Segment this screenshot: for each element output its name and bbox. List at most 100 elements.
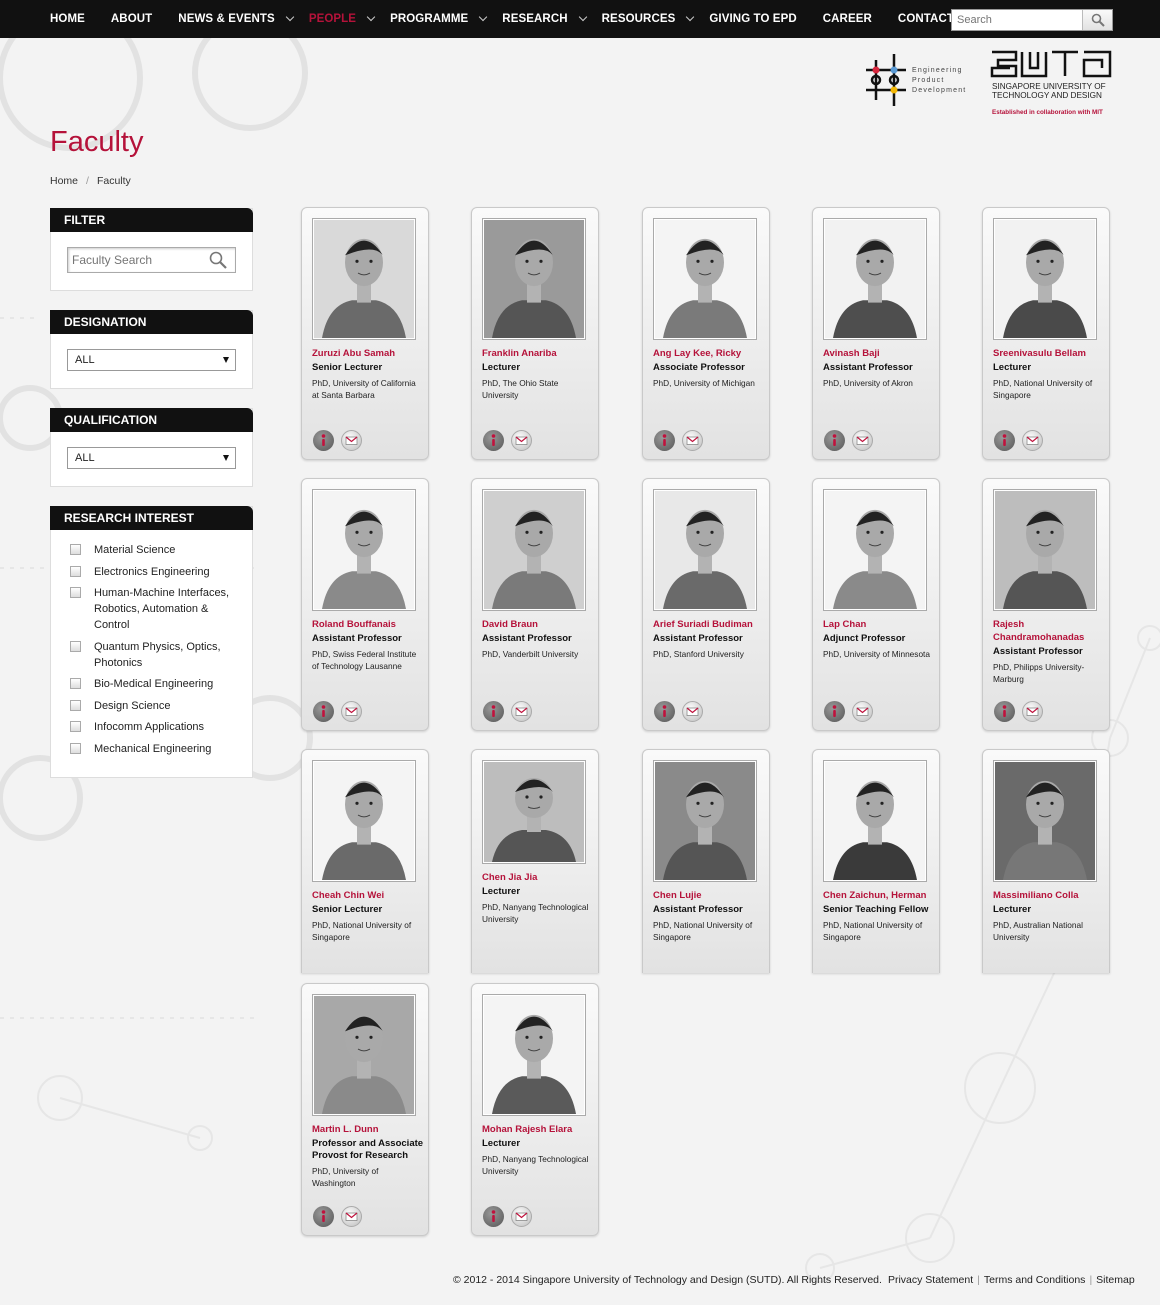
info-icon[interactable]	[654, 701, 675, 722]
faculty-photo[interactable]	[482, 994, 586, 1116]
faculty-photo[interactable]	[482, 760, 586, 864]
research-interest-checkbox[interactable]	[70, 721, 81, 732]
info-icon[interactable]	[994, 701, 1015, 722]
info-icon[interactable]	[483, 1206, 504, 1227]
faculty-name[interactable]: Roland Bouffanais	[312, 618, 424, 631]
faculty-name[interactable]: Sreenivasulu Bellam	[993, 347, 1105, 360]
faculty-name[interactable]: Cheah Chin Wei	[312, 889, 424, 902]
nav-item-research[interactable]: RESEARCH	[502, 0, 587, 38]
faculty-card[interactable]: Arief Suriadi Budiman Assistant Professor…	[642, 478, 770, 731]
breadcrumb-home-link[interactable]: Home	[50, 175, 78, 187]
faculty-photo[interactable]	[482, 489, 586, 611]
faculty-photo[interactable]	[993, 760, 1097, 882]
faculty-photo[interactable]	[993, 218, 1097, 340]
faculty-card[interactable]: Franklin Anariba Lecturer PhD, The Ohio St…	[471, 207, 599, 460]
research-interest-checkbox[interactable]	[70, 544, 81, 555]
faculty-card[interactable]: Sreenivasulu Bellam Lecturer PhD, National…	[982, 207, 1110, 460]
email-icon[interactable]	[1022, 430, 1043, 451]
nav-item-home[interactable]: HOME	[50, 0, 85, 38]
email-icon[interactable]	[341, 1206, 362, 1227]
research-interest-checkbox[interactable]	[70, 699, 81, 711]
info-icon[interactable]	[313, 430, 334, 451]
research-interest-checkbox[interactable]	[70, 587, 81, 598]
faculty-name[interactable]: Chen Jia Jia	[482, 871, 594, 884]
research-interest-checkbox[interactable]	[70, 678, 81, 689]
sutd-logo[interactable]: SINGAPORE UNIVERSITY OF TECHNOLOGY AND D…	[990, 50, 1114, 116]
faculty-card[interactable]: Lap Chan Adjunct Professor PhD, University…	[812, 478, 940, 731]
faculty-name[interactable]: Chen Zaichun, Herman	[823, 889, 935, 902]
faculty-card[interactable]: Ang Lay Kee, Ricky Associate Professor PhD…	[642, 207, 770, 460]
faculty-card[interactable]: Cheah Chin Wei Senior Lecturer PhD, Nation…	[301, 749, 429, 973]
faculty-name[interactable]: Zuruzi Abu Samah	[312, 347, 424, 360]
faculty-photo[interactable]	[312, 994, 416, 1116]
terms-link[interactable]: Terms and Conditions	[984, 1274, 1086, 1286]
nav-item-programme[interactable]: PROGRAMME	[390, 0, 488, 38]
info-icon[interactable]	[654, 430, 675, 451]
faculty-photo[interactable]	[823, 218, 927, 340]
site-search-button[interactable]	[1082, 10, 1112, 30]
faculty-name[interactable]: Chen Lujie	[653, 889, 765, 902]
research-interest-checkbox[interactable]	[70, 565, 81, 577]
chevron-down-icon[interactable]	[285, 12, 295, 22]
designation-select[interactable]: ALL	[67, 349, 236, 371]
info-icon[interactable]	[824, 430, 845, 451]
faculty-card[interactable]: Chen Jia Jia Lecturer PhD, Nanyang Technol…	[471, 749, 599, 973]
faculty-photo[interactable]	[653, 218, 757, 340]
faculty-name[interactable]: Avinash Baji	[823, 347, 935, 360]
nav-item-career[interactable]: CAREER	[823, 0, 872, 38]
email-icon[interactable]	[1022, 701, 1043, 722]
site-search-input[interactable]	[952, 10, 1082, 30]
privacy-statement-link[interactable]: Privacy Statement	[888, 1274, 973, 1286]
email-icon[interactable]	[341, 430, 362, 451]
info-icon[interactable]	[994, 430, 1015, 451]
faculty-card[interactable]: Zuruzi Abu Samah Senior Lecturer PhD, Univ…	[301, 207, 429, 460]
faculty-card[interactable]: Chen Lujie Assistant Professor PhD, Nation…	[642, 749, 770, 973]
chevron-down-icon[interactable]	[578, 12, 587, 22]
faculty-photo[interactable]	[312, 489, 416, 611]
faculty-card[interactable]: David Braun Assistant Professor PhD, Vande…	[471, 478, 599, 731]
faculty-search-input[interactable]	[68, 253, 208, 267]
email-icon[interactable]	[341, 701, 362, 722]
info-icon[interactable]	[483, 701, 504, 722]
sitemap-link[interactable]: Sitemap	[1096, 1274, 1135, 1286]
epd-logo[interactable]: Engineering Product Development	[866, 54, 981, 106]
faculty-photo[interactable]	[823, 760, 927, 882]
nav-item-giving-to-epd[interactable]: GIVING TO EPD	[709, 0, 796, 38]
faculty-card[interactable]: Martin L. Dunn Professor and Associate Pr…	[301, 983, 429, 1236]
faculty-card[interactable]: Chen Zaichun, Herman Senior Teaching Fell…	[812, 749, 940, 973]
info-icon[interactable]	[824, 701, 845, 722]
faculty-card[interactable]: Avinash Baji Assistant Professor PhD, Univ…	[812, 207, 940, 460]
nav-item-about[interactable]: ABOUT	[111, 0, 152, 38]
faculty-photo[interactable]	[482, 218, 586, 340]
faculty-card[interactable]: Massimiliano Colla Lecturer PhD, Australia…	[982, 749, 1110, 973]
faculty-photo[interactable]	[653, 489, 757, 611]
nav-item-people[interactable]: PEOPLE	[309, 0, 376, 38]
email-icon[interactable]	[511, 1206, 532, 1227]
faculty-name[interactable]: Ang Lay Kee, Ricky	[653, 347, 765, 360]
qualification-select[interactable]: ALL	[67, 447, 236, 469]
research-interest-checkbox[interactable]	[70, 742, 81, 754]
faculty-name[interactable]: Arief Suriadi Budiman	[653, 618, 765, 631]
faculty-name[interactable]: Martin L. Dunn	[312, 1123, 424, 1136]
search-icon[interactable]	[208, 250, 228, 270]
faculty-name[interactable]: Franklin Anariba	[482, 347, 594, 360]
nav-item-resources[interactable]: RESOURCES	[602, 0, 695, 38]
email-icon[interactable]	[682, 430, 703, 451]
email-icon[interactable]	[852, 701, 873, 722]
faculty-photo[interactable]	[312, 218, 416, 340]
faculty-photo[interactable]	[993, 489, 1097, 611]
faculty-photo[interactable]	[823, 489, 927, 611]
nav-item-news-events[interactable]: NEWS & EVENTS	[178, 0, 295, 38]
research-interest-checkbox[interactable]	[70, 640, 81, 652]
email-icon[interactable]	[682, 701, 703, 722]
faculty-name[interactable]: Rajesh Chandramohanadas	[993, 618, 1105, 644]
email-icon[interactable]	[511, 701, 532, 722]
email-icon[interactable]	[511, 430, 532, 451]
faculty-name[interactable]: Massimiliano Colla	[993, 889, 1105, 902]
chevron-down-icon[interactable]	[686, 12, 695, 22]
info-icon[interactable]	[313, 701, 334, 722]
faculty-photo[interactable]	[653, 760, 757, 882]
faculty-name[interactable]: Mohan Rajesh Elara	[482, 1123, 594, 1136]
faculty-name[interactable]: Lap Chan	[823, 618, 935, 631]
faculty-card[interactable]: Rajesh Chandramohanadas Assistant Profess…	[982, 478, 1110, 731]
